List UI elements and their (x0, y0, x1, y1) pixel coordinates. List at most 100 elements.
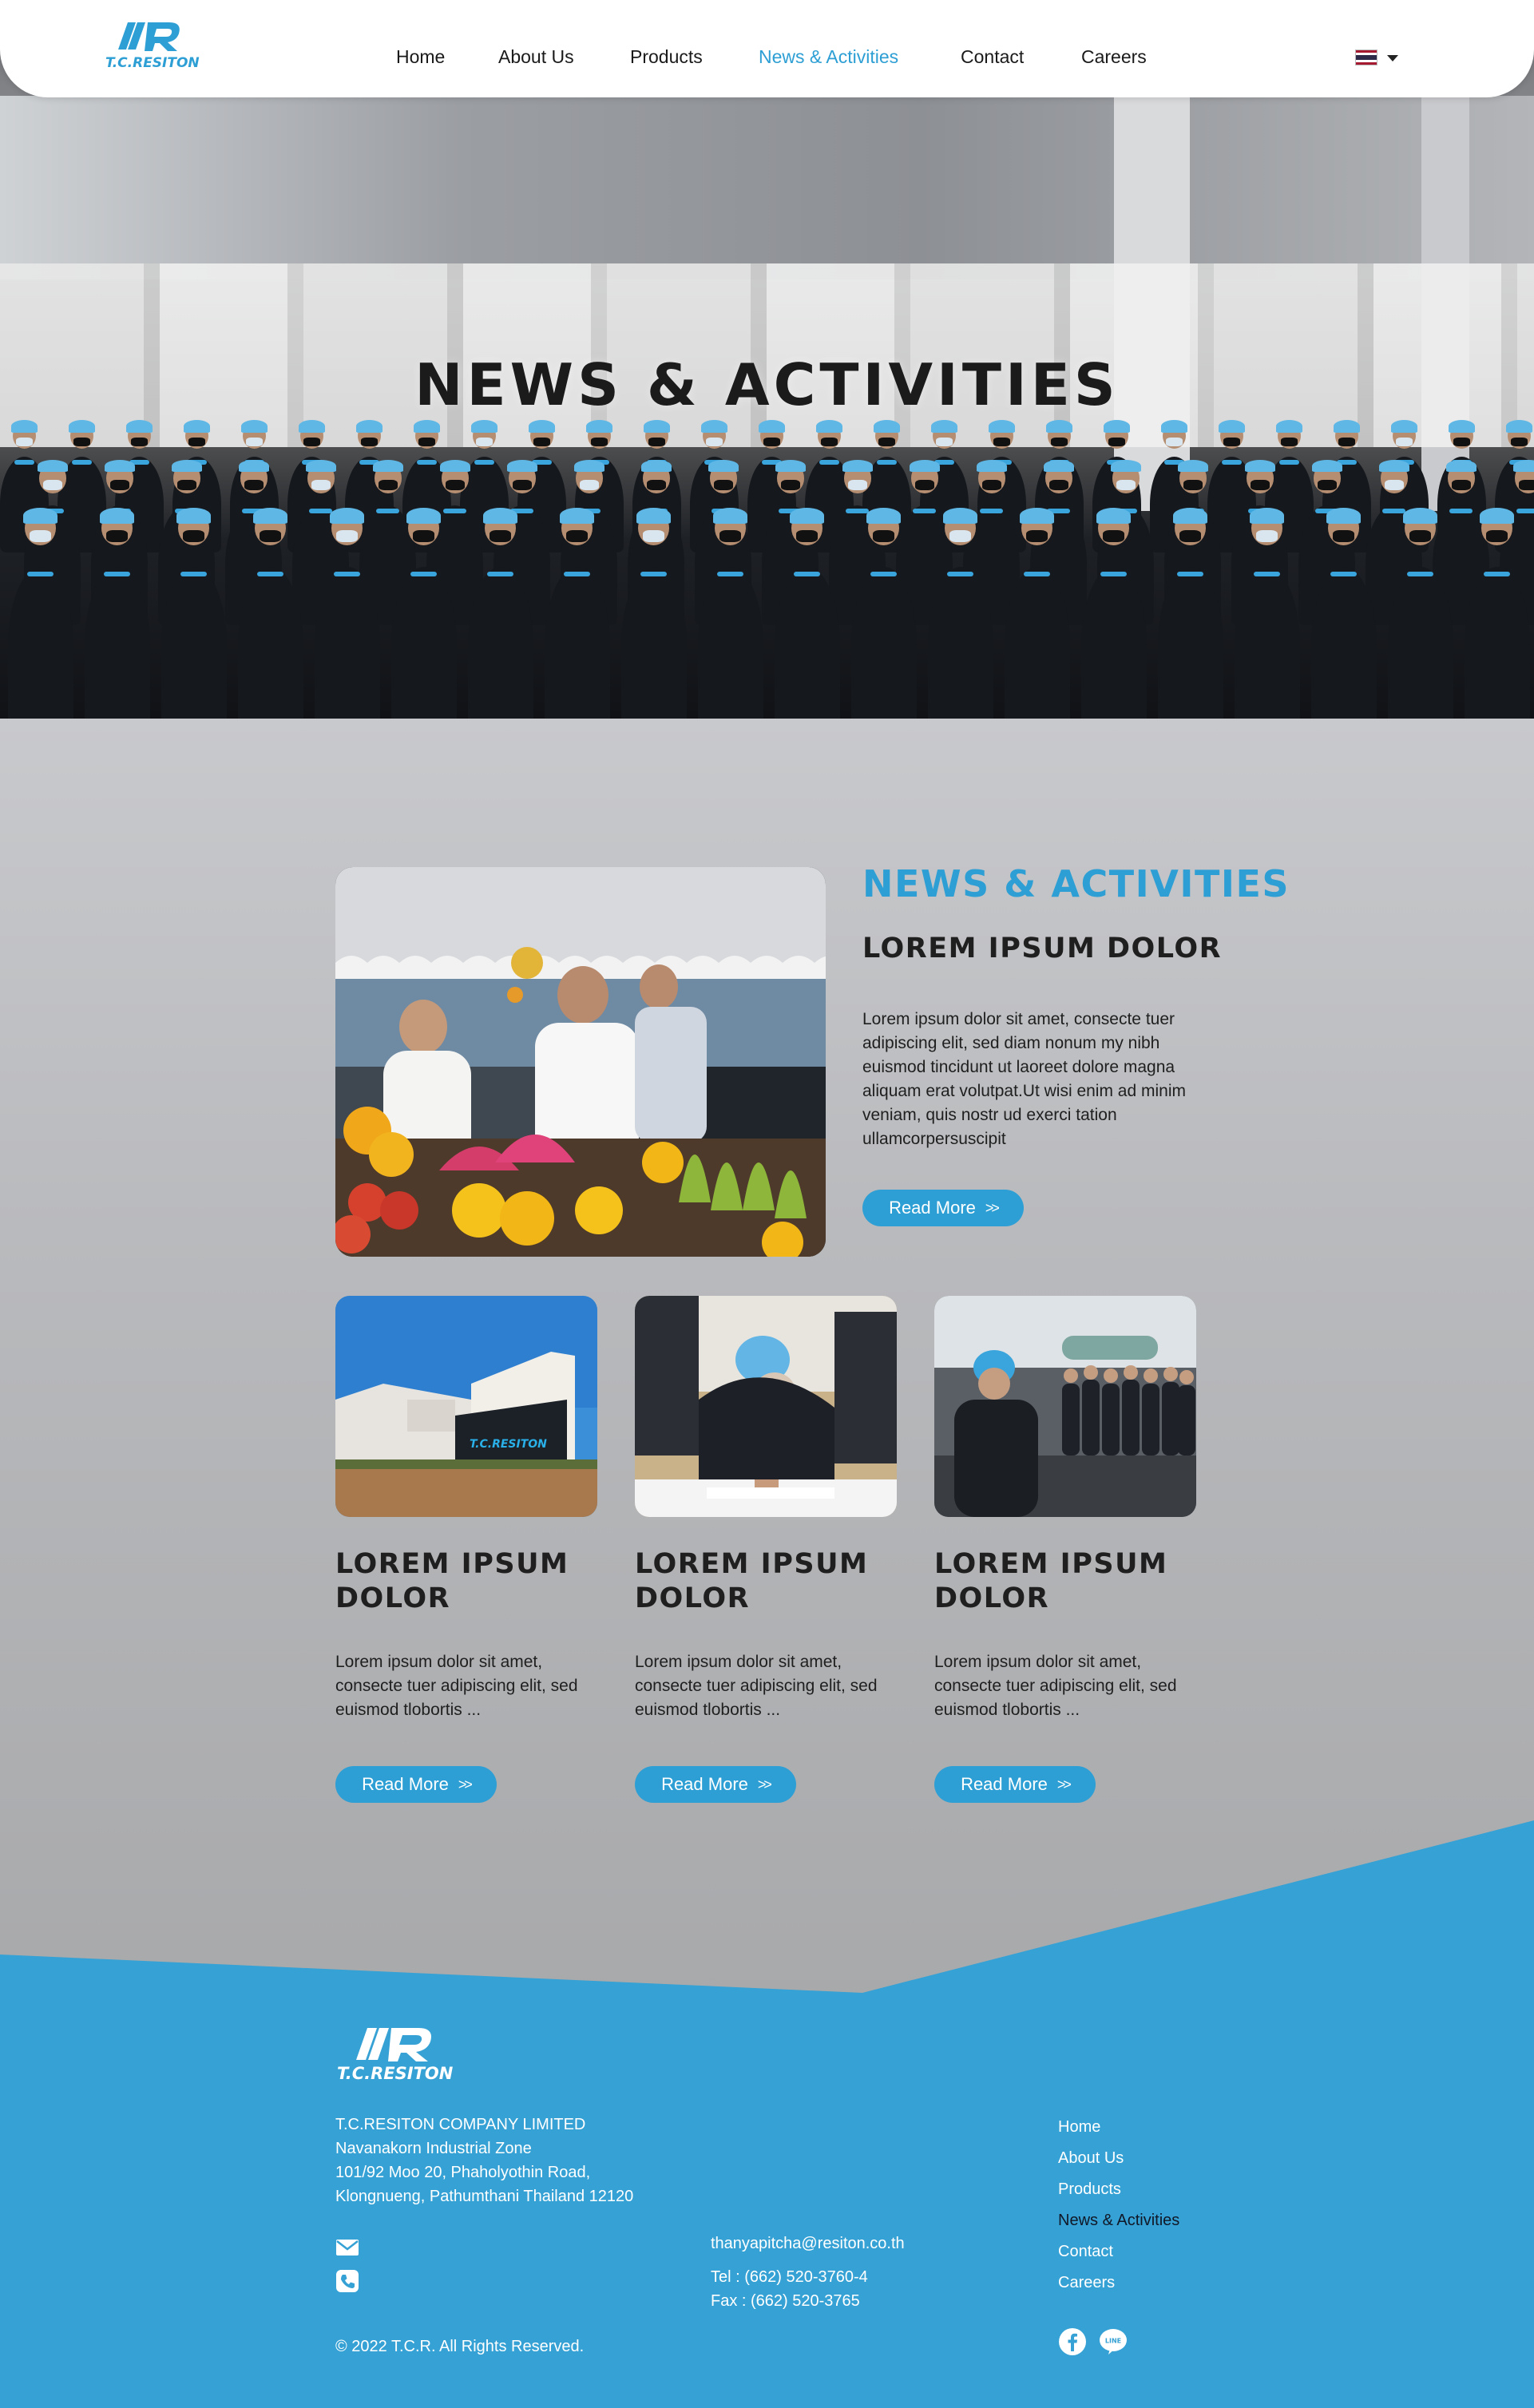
crowd-shirt-trim (846, 509, 869, 513)
card-read-more-button[interactable]: Read More >> (934, 1766, 1096, 1803)
line-icon[interactable]: LINE (1099, 2327, 1128, 2356)
crowd-mask (188, 437, 205, 447)
crowd-shirt-trim (443, 509, 466, 513)
crowd-mask (1384, 479, 1404, 491)
nav-news-activities[interactable]: News & Activities (759, 46, 898, 68)
double-chevron-right-icon: >> (1056, 1776, 1072, 1792)
crowd-mask (176, 479, 196, 491)
footer-logo-wordmark: T.C.RESITON (337, 2064, 454, 2083)
crowd-cap (1218, 420, 1246, 434)
footer-logo[interactable]: T.C.RESITON (335, 2025, 462, 2084)
nav-about-us[interactable]: About Us (498, 46, 574, 68)
crowd-shirt-trim (913, 509, 936, 513)
featured-read-more-button[interactable]: Read More >> (862, 1190, 1024, 1226)
facebook-icon[interactable] (1058, 2327, 1087, 2356)
featured-news-image[interactable] (335, 867, 826, 1257)
crowd-mask (579, 479, 599, 491)
crowd-cap (1160, 420, 1188, 434)
footer-fax: Fax : (662) 520-3765 (711, 2292, 860, 2310)
nav-home[interactable]: Home (396, 46, 445, 68)
crowd-person (621, 567, 687, 719)
crowd-cap (68, 420, 96, 434)
news-card-image[interactable]: T.C.RESITON (335, 1296, 597, 1517)
crowd-mask (311, 479, 331, 491)
footer-link-about-us[interactable]: About Us (1058, 2143, 1179, 2174)
crowd-cap (1445, 460, 1477, 473)
crowd-cap (305, 460, 336, 473)
crowd-mask (981, 479, 1001, 491)
crowd-mask (878, 437, 895, 447)
footer-link-products[interactable]: Products (1058, 2174, 1179, 2205)
crowd-cap (1103, 420, 1131, 434)
crowd-shirt-trim (1100, 572, 1128, 576)
crowd-cap (10, 420, 38, 434)
crowd-mask (1179, 529, 1202, 543)
read-more-label: Read More (961, 1774, 1048, 1794)
read-more-label: Read More (661, 1774, 748, 1794)
crowd-cap (176, 508, 212, 524)
crowd-mask (1409, 529, 1432, 543)
nav-contact[interactable]: Contact (961, 46, 1024, 68)
crowd-cap (413, 420, 441, 434)
crowd-mask (713, 479, 733, 491)
news-card-excerpt: Lorem ipsum dolor sit amet, consecte tue… (934, 1653, 1177, 1719)
crowd-cap (238, 460, 269, 473)
crowd-cap (1045, 420, 1073, 434)
crowd-mask (303, 437, 320, 447)
crowd-cap (1448, 420, 1476, 434)
crowd-mask (445, 479, 465, 491)
mail-icon (336, 2240, 359, 2256)
crowd-shirt-trim (180, 572, 208, 576)
crowd-person (851, 567, 917, 719)
crowd-cap (528, 420, 556, 434)
crowd-mask (1281, 437, 1298, 447)
crowd-mask (1108, 437, 1125, 447)
footer-link-contact[interactable]: Contact (1058, 2236, 1179, 2267)
crowd-cap (943, 508, 978, 524)
news-card-image[interactable] (635, 1296, 897, 1517)
crowd-person (928, 567, 993, 719)
crowd-mask (706, 437, 723, 447)
nav-careers[interactable]: Careers (1081, 46, 1147, 68)
footer-nav: Home About Us Products News & Activities… (1058, 2112, 1179, 2299)
crowd-shirt-trim (72, 459, 92, 465)
footer-link-home[interactable]: Home (1058, 2112, 1179, 2143)
card-read-more-button[interactable]: Read More >> (335, 1766, 497, 1803)
crowd-person (315, 567, 380, 719)
crowd-cap (355, 420, 383, 434)
featured-news-excerpt: Lorem ipsum dolor sit amet, consecte tue… (862, 1010, 1186, 1148)
crowd-mask (361, 437, 378, 447)
read-more-label: Read More (889, 1198, 976, 1218)
footer-link-news-activities[interactable]: News & Activities (1058, 2205, 1179, 2236)
crowd-cap (1326, 508, 1362, 524)
crowd-mask (646, 479, 666, 491)
footer-email[interactable]: thanyapitcha@resiton.co.th (711, 2232, 905, 2256)
crowd-cap (372, 460, 403, 473)
crowd-cap (1505, 420, 1533, 434)
crowd-shirt-trim (487, 572, 514, 576)
nav-products[interactable]: Products (630, 46, 703, 68)
card-read-more-button[interactable]: Read More >> (635, 1766, 796, 1803)
crowd-cap (758, 420, 786, 434)
crowd-person (698, 567, 763, 719)
crowd-shirt-trim (1177, 572, 1204, 576)
crowd-cap (708, 460, 739, 473)
crowd-person (391, 567, 457, 719)
crowd-person (1465, 567, 1530, 719)
language-selector[interactable] (1355, 50, 1400, 67)
crowd-mask (1116, 479, 1136, 491)
crowd-shirt-trim (104, 572, 131, 576)
news-card-image[interactable] (934, 1296, 1196, 1517)
crowd-cap (470, 420, 498, 434)
crowd-person (1158, 567, 1223, 719)
hero-banner: NEWS & ACTIVITIES (0, 0, 1534, 719)
crowd-cap (171, 460, 202, 473)
crowd-shirt-trim (410, 572, 438, 576)
crowd-shirt-trim (1330, 572, 1358, 576)
crowd-cap (1020, 508, 1055, 524)
footer-tel: Tel : (662) 520-3760-4 (711, 2268, 868, 2286)
crowd-mask (1166, 437, 1183, 447)
footer-link-careers[interactable]: Careers (1058, 2267, 1179, 2299)
crowd-cap (406, 508, 442, 524)
crowd-mask (719, 529, 742, 543)
